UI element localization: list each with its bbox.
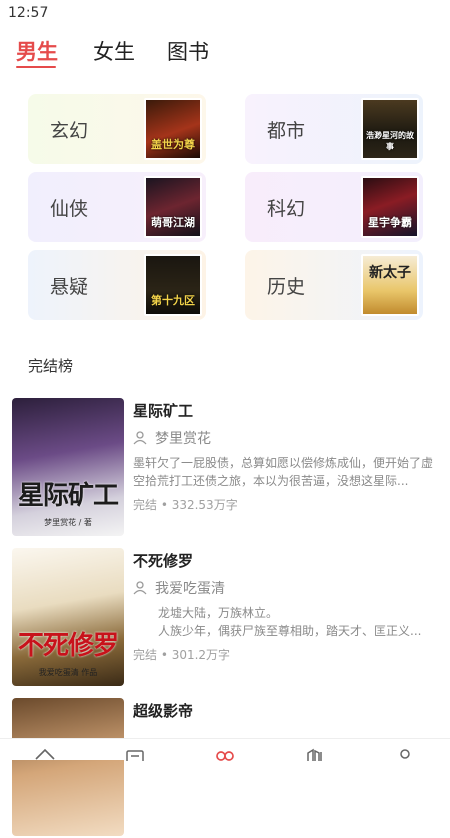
genre-cover-image: 盖世为尊 [144, 98, 202, 160]
discover-icon[interactable] [214, 747, 236, 761]
genre-card-lishi[interactable]: 历史 新太子 [245, 250, 423, 320]
book-description: 墨轩欠了一屁股债，总算如愿以偿修炼成仙，便开始了虚空拾荒打工还债之旅，本以为很苦… [133, 456, 434, 488]
genre-cover-image: 新太子 [361, 254, 419, 316]
bookshelf-icon[interactable] [304, 747, 326, 761]
genre-card-kehuan[interactable]: 科幻 星宇争霸 [245, 172, 423, 242]
category-tabs: 男生 女生 图书 [0, 28, 450, 78]
profile-icon[interactable] [394, 747, 416, 761]
genre-cover-image: 第十九区 [144, 254, 202, 316]
active-tab-indicator [16, 66, 56, 68]
bottom-navigation [0, 738, 450, 761]
book-item[interactable]: 超级影帝 [12, 698, 438, 838]
book-author: 我爱吃蛋清 [155, 581, 225, 597]
book-description: 龙墟大陆，万族林立。 人族少年，偶获尸族至尊相助，踏天才、匡正义... [158, 606, 422, 638]
book-cover-image [12, 698, 124, 836]
book-author-row: 梦里赏花 [133, 428, 211, 448]
genre-card-xuanhuan[interactable]: 玄幻 盖世为尊 [28, 94, 206, 164]
book-meta: 完结 • 332.53万字 [133, 498, 238, 512]
genre-label: 仙侠 [50, 198, 89, 220]
book-title: 不死修罗 [133, 552, 194, 570]
genre-cover-image: 萌哥江湖 [144, 176, 202, 238]
status-time: 12:57 [8, 5, 49, 21]
user-icon [133, 581, 147, 595]
book-cover-image: 星际矿工 梦里赏花 / 著 [12, 398, 124, 536]
genre-label: 玄幻 [50, 120, 89, 142]
genre-label: 历史 [267, 276, 306, 298]
book-title: 超级影帝 [133, 702, 194, 720]
genre-cover-image: 星宇争霸 [361, 176, 419, 238]
tab-male[interactable]: 男生 [16, 36, 58, 66]
genre-card-xuanyi[interactable]: 悬疑 第十九区 [28, 250, 206, 320]
book-author: 梦里赏花 [155, 431, 211, 447]
genre-cover-image: 浩渺星河的故事 [361, 98, 419, 160]
home-icon[interactable] [34, 747, 56, 761]
book-cover-image: 不死修罗 我爱吃蛋清 作品 [12, 548, 124, 686]
tab-books[interactable]: 图书 [167, 36, 209, 66]
book-meta: 完结 • 301.2万字 [133, 648, 231, 662]
book-title: 星际矿工 [133, 402, 194, 420]
book-item[interactable]: 星际矿工 梦里赏花 / 著 星际矿工 梦里赏花 墨轩欠了一屁股债，总算如愿以偿修… [12, 398, 438, 538]
user-icon [133, 431, 147, 445]
book-item[interactable]: 不死修罗 我爱吃蛋清 作品 不死修罗 我爱吃蛋清 龙墟大陆，万族林立。 人族少年… [12, 548, 438, 688]
genre-card-xianxia[interactable]: 仙侠 萌哥江湖 [28, 172, 206, 242]
status-bar: 12:57 [0, 0, 450, 26]
genre-label: 悬疑 [50, 276, 89, 298]
tab-female[interactable]: 女生 [93, 36, 135, 66]
genre-label: 都市 [267, 120, 306, 142]
genre-card-dushi[interactable]: 都市 浩渺星河的故事 [245, 94, 423, 164]
book-author-row: 我爱吃蛋清 [133, 578, 225, 598]
section-title-completed: 完结榜 [28, 357, 74, 375]
list-icon[interactable] [124, 747, 146, 761]
genre-label: 科幻 [267, 198, 306, 220]
